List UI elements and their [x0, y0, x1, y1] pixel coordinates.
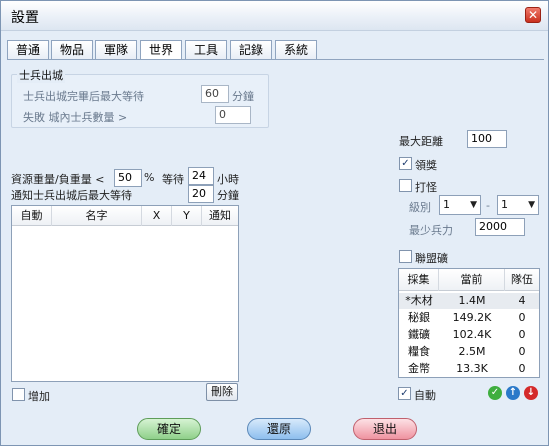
- alliance-mine-checkbox[interactable]: [399, 250, 412, 263]
- tab-system[interactable]: 系統: [275, 40, 317, 60]
- collect-team: 4: [518, 294, 526, 307]
- resource-ratio-input[interactable]: 50: [114, 169, 142, 187]
- min-force-input[interactable]: 2000: [475, 218, 525, 236]
- tab-world[interactable]: 世界: [140, 40, 182, 60]
- column-x[interactable]: X: [142, 206, 172, 226]
- notify-wait-input[interactable]: 20: [188, 185, 214, 203]
- min-force-label: 最少兵力: [409, 224, 453, 237]
- ok-button[interactable]: 確定: [137, 418, 201, 440]
- collect-current: 2.5M: [458, 345, 486, 358]
- max-distance-label: 最大距離: [399, 135, 443, 148]
- hunt-checkbox[interactable]: [399, 179, 412, 192]
- collect-table[interactable]: 採集 當前 隊伍 *木材 1.4M 4 秘銀 149.2K 0 鐵礦 102.4…: [398, 268, 540, 378]
- window-title: 設置: [11, 10, 39, 26]
- column-current[interactable]: 當前: [439, 269, 505, 291]
- tab-army[interactable]: 軍隊: [95, 40, 137, 60]
- fail-soldier-label: 失敗 城內士兵數量 >: [23, 111, 128, 124]
- collect-name: 秘銀: [408, 311, 430, 324]
- checkmark-icon: ✓: [400, 388, 409, 399]
- collect-name: 糧食: [408, 345, 430, 358]
- collect-name: 鐵礦: [408, 328, 430, 341]
- collect-table-header: 採集 當前 隊伍: [399, 269, 539, 291]
- collect-team: 0: [518, 311, 526, 324]
- alliance-mine-label: 聯盟礦: [415, 252, 448, 265]
- restore-button[interactable]: 還原: [247, 418, 311, 440]
- add-checkbox[interactable]: [12, 388, 25, 401]
- arrow-down-icon[interactable]: ↓: [524, 386, 538, 400]
- collect-current: 102.4K: [452, 328, 492, 341]
- notify-wait-unit: 分鐘: [217, 189, 239, 202]
- collect-team: 0: [518, 328, 526, 341]
- soldier-wait-label: 士兵出城完畢后最大等待: [23, 90, 144, 103]
- add-label: 增加: [28, 390, 50, 403]
- level-to-select[interactable]: 1 ▼: [497, 195, 539, 215]
- table-row[interactable]: 金幣 13.3K 0: [399, 361, 539, 377]
- chevron-down-icon: ▼: [528, 200, 535, 210]
- tab-log[interactable]: 記錄: [230, 40, 272, 60]
- table-row[interactable]: 秘銀 149.2K 0: [399, 310, 539, 326]
- tab-items[interactable]: 物品: [51, 40, 93, 60]
- level-label: 級別: [409, 201, 431, 214]
- target-list-table[interactable]: 自動 名字 X Y 通知: [11, 205, 239, 382]
- soldier-exit-group-title: 士兵出城: [17, 67, 65, 83]
- auto-checkbox[interactable]: ✓: [398, 387, 411, 400]
- fail-soldier-input[interactable]: 0: [215, 106, 251, 124]
- column-notify[interactable]: 通知: [202, 206, 238, 226]
- column-y[interactable]: Y: [172, 206, 202, 226]
- checkmark-icon: ✓: [401, 158, 410, 169]
- close-button[interactable]: ✕: [525, 7, 541, 23]
- lead-award-checkbox[interactable]: ✓: [399, 157, 412, 170]
- resource-wait-unit: 小時: [217, 173, 239, 186]
- soldier-wait-input[interactable]: 60: [201, 85, 229, 103]
- level-to-value: 1: [501, 198, 508, 211]
- resource-ratio-label: 資源重量/負重量 <: [11, 173, 105, 186]
- level-from-value: 1: [443, 198, 450, 211]
- resource-wait-input[interactable]: 24: [188, 167, 214, 185]
- tab-general[interactable]: 普通: [7, 40, 49, 60]
- level-from-select[interactable]: 1 ▼: [439, 195, 481, 215]
- table-row[interactable]: *木材 1.4M 4: [399, 293, 539, 309]
- collect-team: 0: [518, 345, 526, 358]
- column-name[interactable]: 名字: [52, 206, 142, 226]
- close-icon: ✕: [527, 8, 539, 22]
- delete-button[interactable]: 刪除: [206, 383, 238, 401]
- title-bar: 設置 ✕: [1, 1, 548, 31]
- tab-divider: [7, 59, 544, 60]
- collect-team: 0: [518, 362, 526, 375]
- tab-tools[interactable]: 工具: [185, 40, 227, 60]
- notify-wait-label: 通知士兵出城后最大等待: [11, 189, 132, 202]
- column-auto[interactable]: 自動: [12, 206, 52, 226]
- column-collect[interactable]: 採集: [399, 269, 439, 291]
- table-row[interactable]: 糧食 2.5M 0: [399, 344, 539, 360]
- resource-ratio-unit: %: [144, 171, 155, 184]
- hunt-label: 打怪: [415, 181, 437, 194]
- column-team[interactable]: 隊伍: [505, 269, 539, 291]
- chevron-down-icon: ▼: [470, 200, 477, 210]
- collect-current: 149.2K: [452, 311, 492, 324]
- collect-current: 1.4M: [458, 294, 486, 307]
- collect-name: 金幣: [408, 362, 430, 375]
- exit-button[interactable]: 退出: [353, 418, 417, 440]
- target-list-header: 自動 名字 X Y 通知: [12, 206, 238, 226]
- auto-label: 自動: [414, 389, 436, 402]
- arrow-up-icon[interactable]: ↑: [506, 386, 520, 400]
- lead-award-label: 領獎: [415, 159, 437, 172]
- settings-window: 設置 ✕ 普通 物品 軍隊 世界 工具 記錄 系統 士兵出城 士兵出城完畢后最大…: [0, 0, 549, 446]
- level-separator: -: [486, 199, 490, 212]
- max-distance-input[interactable]: 100: [467, 130, 507, 148]
- resource-wait-label: 等待: [162, 173, 184, 186]
- collect-current: 13.3K: [456, 362, 488, 375]
- collect-name: *木材: [405, 294, 433, 307]
- check-circle-icon[interactable]: ✓: [488, 386, 502, 400]
- table-row[interactable]: 鐵礦 102.4K 0: [399, 327, 539, 343]
- soldier-wait-unit: 分鐘: [232, 90, 254, 103]
